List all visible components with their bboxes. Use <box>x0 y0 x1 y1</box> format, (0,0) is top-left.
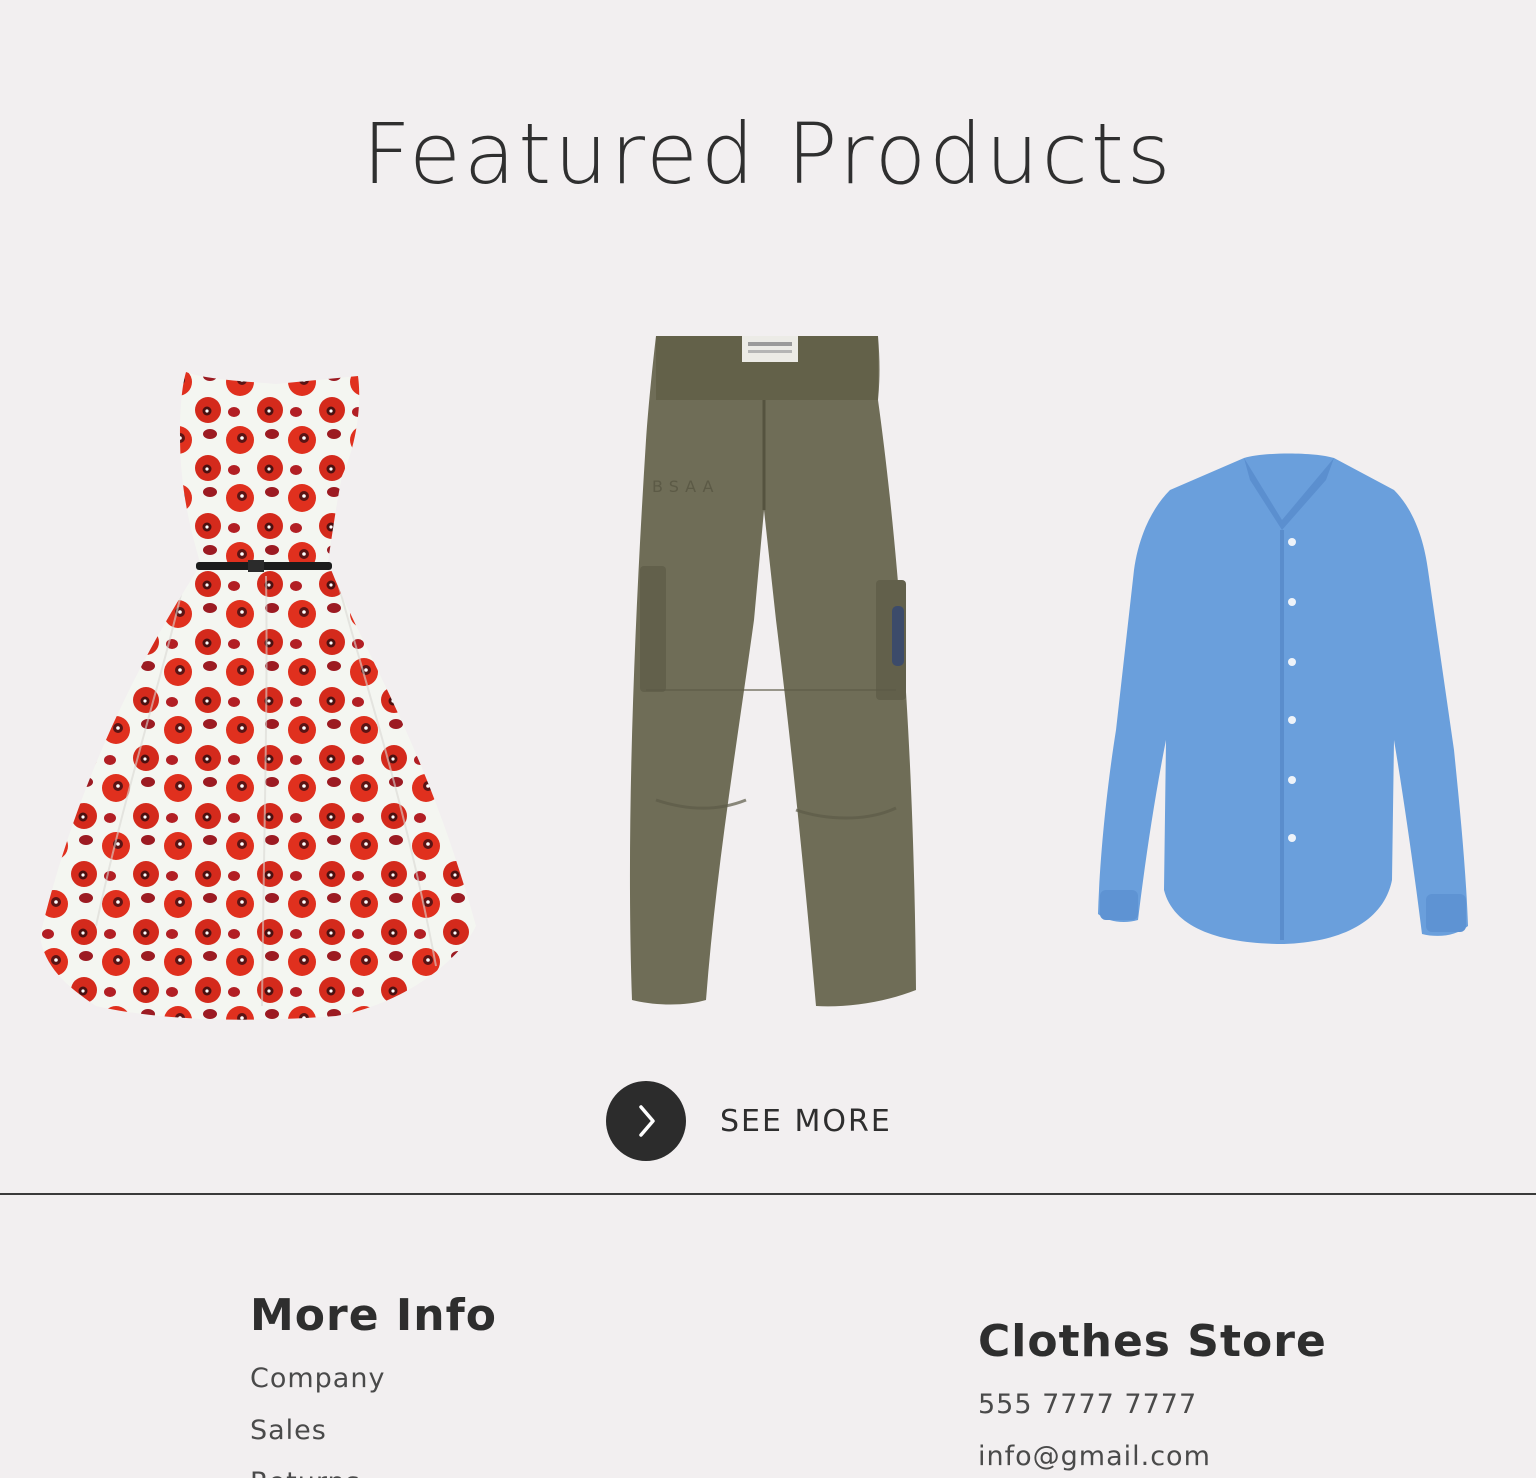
section-title: Featured Products <box>362 105 1174 203</box>
blue-shirt-image <box>1098 453 1468 944</box>
footer-divider <box>0 1193 1536 1195</box>
footer-more-info-heading: More Info <box>250 1290 497 1341</box>
footer-phone[interactable]: 555 7777 7777 <box>978 1379 1327 1431</box>
page: Featured Products BSAA SEE MORE More Inf… <box>0 0 1536 1478</box>
footer-link-sales[interactable]: Sales <box>250 1405 497 1457</box>
footer-store-heading: Clothes Store <box>978 1316 1327 1367</box>
chevron-right-icon[interactable] <box>606 1081 686 1161</box>
footer-link-company[interactable]: Company <box>250 1353 497 1405</box>
see-more-label[interactable]: SEE MORE <box>720 1104 892 1139</box>
product-card-shirt[interactable] <box>1094 450 1470 950</box>
product-card-pants[interactable]: BSAA <box>596 330 926 1014</box>
footer-store: Clothes Store 555 7777 7777 info@gmail.c… <box>978 1316 1327 1478</box>
floral-dress-image <box>40 372 476 1020</box>
footer-more-info: More Info Company Sales Returns <box>250 1290 497 1478</box>
product-card-dress[interactable] <box>36 366 480 1022</box>
footer-link-returns[interactable]: Returns <box>250 1457 497 1478</box>
svg-text:BSAA: BSAA <box>652 477 719 496</box>
see-more-button[interactable]: SEE MORE <box>606 1080 892 1162</box>
cargo-pants-image: BSAA <box>629 336 916 1007</box>
footer-email[interactable]: info@gmail.com <box>978 1431 1327 1478</box>
